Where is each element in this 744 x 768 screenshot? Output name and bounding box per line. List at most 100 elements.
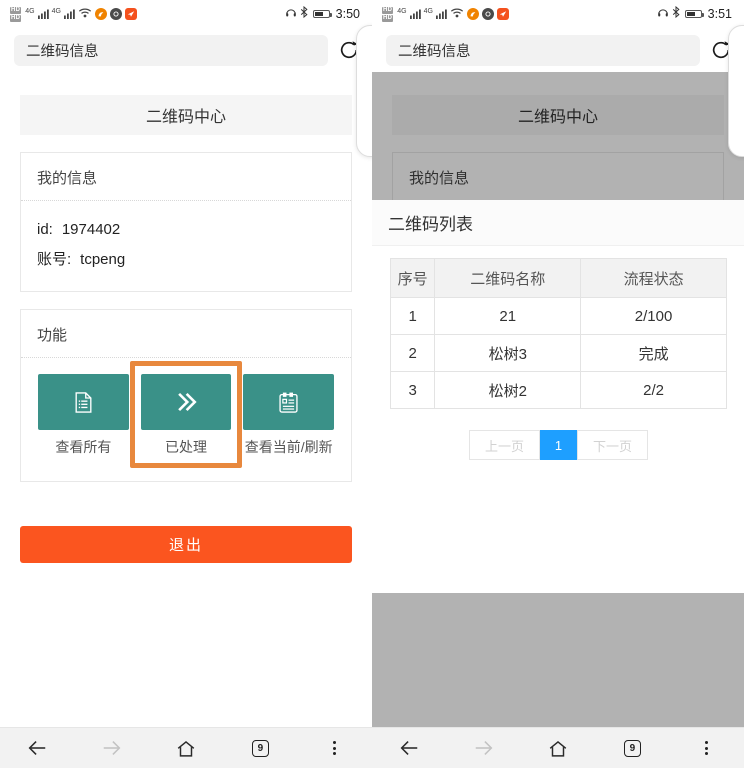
status-right-cluster: 3:50: [285, 5, 360, 23]
table-row[interactable]: 2 松树3 完成: [391, 335, 727, 372]
status-left-cluster: HD HD 4G 4G: [10, 5, 137, 23]
status-bar: HD HD 4G 4G 3:51: [372, 0, 744, 28]
qr-table-container: 序号 二维码名称 流程状态 1 21 2/100 2 松: [372, 246, 744, 460]
page-title-text: 二维码信息: [398, 40, 471, 61]
signal-icon: [436, 9, 447, 19]
cell-name: 松树3: [435, 335, 581, 372]
table-row[interactable]: 1 21 2/100: [391, 298, 727, 335]
view-current-tile[interactable]: [243, 374, 334, 430]
hd-volte-icon: HD HD: [382, 7, 393, 22]
cell-status: 2/2: [581, 372, 727, 409]
center-title: 二维码中心: [146, 103, 226, 127]
cell-index: 3: [391, 372, 435, 409]
next-page-button[interactable]: 下一页: [577, 430, 648, 460]
col-header-index: 序号: [391, 259, 435, 298]
table-row[interactable]: 3 松树2 2/2: [391, 372, 727, 409]
browser-url-bar: 二维码信息: [372, 28, 744, 72]
signal-icon: [64, 9, 75, 19]
clipboard-icon: [275, 389, 302, 416]
back-button[interactable]: [15, 728, 59, 768]
browser-nav-bar: 9: [372, 727, 744, 768]
id-value: 1974402: [62, 215, 120, 245]
web-page-content: 二维码中心 我的信息 id: 1974402 账号: tcpeng 功能: [0, 72, 372, 727]
view-all-tile[interactable]: [38, 374, 129, 430]
overflow-menu-icon: [705, 741, 708, 755]
address-bar[interactable]: 二维码信息: [386, 35, 700, 66]
account-value: tcpeng: [80, 245, 125, 275]
info-card-title: 我的信息: [21, 153, 351, 201]
home-button[interactable]: [164, 728, 208, 768]
battery-icon: [313, 10, 330, 18]
qr-list-title-text: 二维码列表: [388, 210, 473, 235]
info-card-body: id: 1974402 账号: tcpeng: [21, 201, 351, 291]
cell-status: 2/100: [581, 298, 727, 335]
browser-app-icon: [467, 8, 479, 20]
qr-list-sheet: 二维码列表 序号 二维码名称 流程状态 1 21: [372, 200, 744, 593]
back-button[interactable]: [387, 728, 431, 768]
network-type-label: 4G: [52, 8, 61, 15]
wifi-icon: [450, 5, 464, 23]
network-type-label: 4G: [397, 8, 406, 15]
prev-page-button[interactable]: 上一页: [469, 430, 540, 460]
browser-url-bar: 二维码信息: [0, 28, 372, 72]
qr-table-header-row: 序号 二维码名称 流程状态: [391, 259, 727, 298]
tabs-button[interactable]: 9: [610, 728, 654, 768]
my-info-card: 我的信息 id: 1974402 账号: tcpeng: [20, 152, 352, 292]
clock-text: 3:51: [708, 7, 732, 21]
page-title-text: 二维码信息: [26, 40, 99, 61]
camera-app-icon: [110, 8, 122, 20]
cell-index: 1: [391, 298, 435, 335]
tab-count-badge: 9: [624, 740, 641, 757]
status-right-cluster: 3:51: [657, 5, 732, 23]
bluetooth-icon: [672, 5, 680, 23]
document-list-icon: [70, 389, 97, 416]
wifi-icon: [78, 5, 92, 23]
network-type-label: 4G: [424, 8, 433, 15]
phone-screenshot-left: HD HD 4G 4G 3:50 二维码信息: [0, 0, 372, 768]
qr-list-title: 二维码列表: [372, 200, 744, 246]
cell-name: 松树2: [435, 372, 581, 409]
processed-tile[interactable]: [141, 374, 232, 430]
account-label: 账号:: [37, 245, 71, 275]
col-header-status: 流程状态: [581, 259, 727, 298]
functions-card: 功能 查看所有 已处理: [20, 309, 352, 482]
forward-button[interactable]: [90, 728, 134, 768]
home-button[interactable]: [536, 728, 580, 768]
bluetooth-icon: [300, 5, 308, 23]
view-all-button[interactable]: 查看所有: [38, 374, 129, 457]
status-bar: HD HD 4G 4G 3:50: [0, 0, 372, 28]
browser-app-icon: [95, 8, 107, 20]
current-page-button[interactable]: 1: [540, 430, 577, 460]
qr-table: 序号 二维码名称 流程状态 1 21 2/100 2 松: [390, 258, 727, 409]
camera-app-icon: [482, 8, 494, 20]
network-type-label: 4G: [25, 8, 34, 15]
cell-index: 2: [391, 335, 435, 372]
view-all-label: 查看所有: [55, 438, 111, 457]
side-panel-edge-card: [728, 25, 744, 157]
tab-count-badge: 9: [252, 740, 269, 757]
processed-button[interactable]: 已处理: [141, 374, 232, 457]
status-left-cluster: HD HD 4G 4G: [382, 5, 509, 23]
col-header-name: 二维码名称: [435, 259, 581, 298]
overflow-menu-icon: [333, 741, 336, 755]
tabs-button[interactable]: 9: [238, 728, 282, 768]
address-bar[interactable]: 二维码信息: [14, 35, 328, 66]
menu-button[interactable]: [685, 728, 729, 768]
signal-icon: [410, 9, 421, 19]
phone-screenshot-right: HD HD 4G 4G 3:51 二维码信息: [372, 0, 744, 768]
headset-icon: [285, 5, 297, 23]
forward-button[interactable]: [462, 728, 506, 768]
pagination: 上一页 1 下一页: [390, 430, 727, 460]
menu-button[interactable]: [313, 728, 357, 768]
view-current-label: 查看当前/刷新: [245, 438, 333, 457]
hd-volte-icon: HD HD: [10, 7, 21, 22]
view-current-refresh-button[interactable]: 查看当前/刷新: [243, 374, 334, 457]
functions-card-title: 功能: [21, 310, 351, 358]
user-id-line: id: 1974402: [37, 215, 335, 245]
functions-button-row: 查看所有 已处理 查看当前/刷新: [21, 358, 351, 481]
exit-button[interactable]: 退出: [20, 526, 352, 563]
headset-icon: [657, 5, 669, 23]
signal-icon: [38, 9, 49, 19]
cell-status: 完成: [581, 335, 727, 372]
messenger-app-icon: [125, 8, 137, 20]
